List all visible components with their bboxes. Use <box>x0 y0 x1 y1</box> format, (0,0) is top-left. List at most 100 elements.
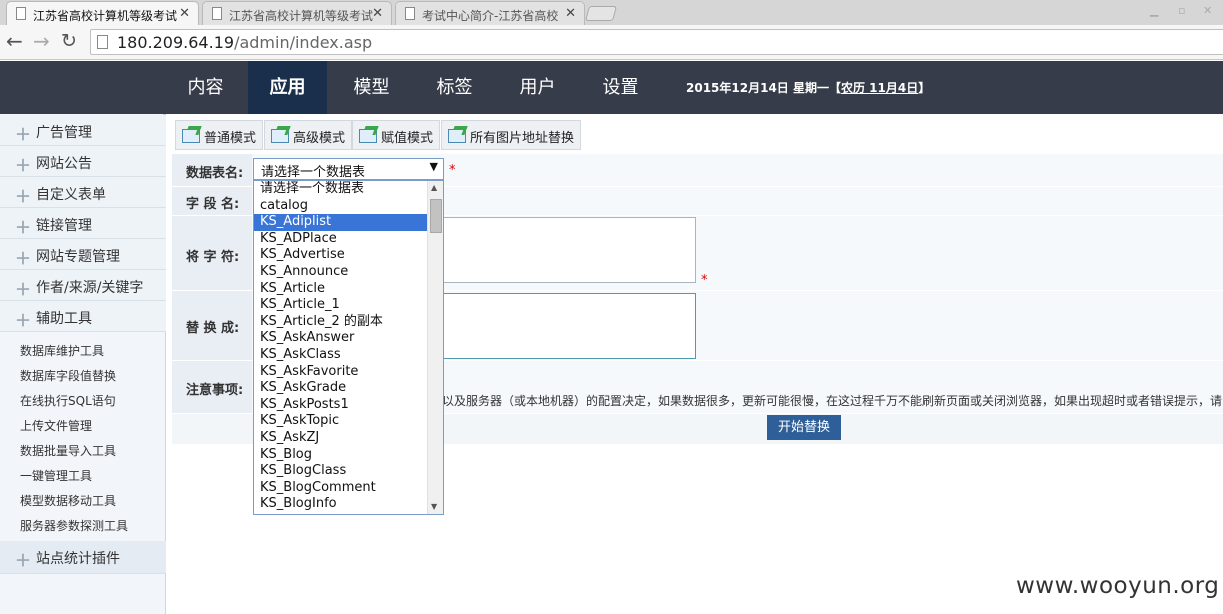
watermark: www.wooyun.org <box>1016 573 1220 599</box>
dropdown-option[interactable]: KS_Article_1 <box>254 297 427 314</box>
assign-mode-button[interactable]: 赋值模式 <box>352 120 441 150</box>
sidebar-link-server-probe[interactable]: 服务器参数探测工具 <box>20 517 128 534</box>
new-tab-button[interactable] <box>584 6 618 21</box>
window-close-icon[interactable]: ✕ <box>1203 4 1212 17</box>
dropdown-option[interactable]: KS_ADPlace <box>254 231 427 248</box>
sidebar-link-one-click[interactable]: 一键管理工具 <box>20 467 92 484</box>
page-icon <box>16 7 26 20</box>
replace-image-urls-button[interactable]: 所有图片地址替换 <box>441 120 582 150</box>
sidebar-item-tools[interactable]: ＋辅助工具 <box>0 301 166 332</box>
sidebar-item-stats[interactable]: ＋站点统计插件 <box>0 541 166 574</box>
scrollbar-thumb[interactable] <box>430 199 442 233</box>
sidebar-item-links[interactable]: ＋链接管理 <box>0 208 166 239</box>
sidebar-item-topics[interactable]: ＋网站专题管理 <box>0 239 166 270</box>
dropdown-option[interactable]: catalog <box>254 198 427 215</box>
nav-item-users[interactable]: 用户 <box>496 61 579 114</box>
plus-icon: ＋ <box>15 187 32 206</box>
dropdown-option[interactable]: KS_AskPosts1 <box>254 397 427 414</box>
close-icon[interactable]: ✕ <box>179 6 190 21</box>
browser-tab[interactable]: 江苏省高校计算机等级考试 ✕ <box>202 1 392 25</box>
required-mark: * <box>449 163 456 178</box>
tab-title: 江苏省高校计算机等级考试 <box>33 9 178 23</box>
url-text: 180.209.64.19/admin/index.asp <box>117 33 372 52</box>
plus-icon: ＋ <box>15 280 32 299</box>
sidebar-link-sql[interactable]: 在线执行SQL语句 <box>20 392 116 409</box>
scroll-up-icon[interactable]: ▲ <box>431 183 437 192</box>
lunar-date-link[interactable]: 农历 11月4日 <box>841 81 918 95</box>
dropdown-option[interactable]: KS_AskClass <box>254 347 427 364</box>
button-label: 所有图片地址替换 <box>470 131 575 146</box>
replace-text-input[interactable] <box>440 293 696 359</box>
nav-item-models[interactable]: 模型 <box>330 61 413 114</box>
sidebar-item-announcements[interactable]: ＋网站公告 <box>0 146 166 177</box>
button-label: 赋值模式 <box>381 131 434 146</box>
sidebar-item-label: 链接管理 <box>36 218 92 234</box>
sidebar-link-uploads[interactable]: 上传文件管理 <box>20 417 92 434</box>
field-label: 替 换 成: <box>172 291 252 360</box>
main-nav: 内容 应用 模型 标签 用户 设置 2015年12月14日 星期一【农历 11月… <box>0 61 1223 114</box>
dropdown-option[interactable]: KS_Advertise <box>254 247 427 264</box>
field-label: 注意事项: <box>172 361 252 413</box>
dropdown-option[interactable]: KS_Blog <box>254 447 427 464</box>
maximize-icon[interactable]: ▫ <box>1178 4 1185 17</box>
sidebar-item-label: 站点统计插件 <box>36 551 120 567</box>
sidebar-link-field-replace[interactable]: 数据库字段值替换 <box>20 367 116 384</box>
dropdown-option[interactable]: 请选择一个数据表 <box>254 181 427 198</box>
dropdown-option[interactable]: KS_BlogClass <box>254 463 427 480</box>
dropdown-option[interactable]: KS_Adiplist <box>254 214 427 231</box>
dropdown-option[interactable]: KS_AskFavorite <box>254 364 427 381</box>
dropdown-option[interactable]: KS_BlogInfo <box>254 496 427 513</box>
nav-item-content[interactable]: 内容 <box>164 61 247 114</box>
close-icon[interactable]: ✕ <box>565 6 576 21</box>
browser-tab[interactable]: 江苏省高校计算机等级考试 ✕ <box>6 1 199 26</box>
browser-tab[interactable]: 考试中心简介-江苏省高校 ✕ <box>395 1 585 25</box>
date-display: 2015年12月14日 星期一【农历 11月4日】 <box>686 79 930 96</box>
button-label: 高级模式 <box>293 131 346 146</box>
field-label: 数据表名: <box>172 154 252 186</box>
sidebar-link-import[interactable]: 数据批量导入工具 <box>20 442 116 459</box>
dropdown-option[interactable]: KS_AskGrade <box>254 380 427 397</box>
url-host: 180.209.64.19 <box>117 33 235 52</box>
dropdown-scrollbar[interactable]: ▲ ▼ <box>427 181 443 514</box>
dropdown-option[interactable]: KS_Article <box>254 281 427 298</box>
sidebar-item-custom-forms[interactable]: ＋自定义表单 <box>0 177 166 208</box>
page-icon <box>212 7 222 20</box>
normal-mode-button[interactable]: 普通模式 <box>175 120 264 150</box>
sidebar-item-ads[interactable]: ＋广告管理 <box>0 115 166 146</box>
dropdown-option[interactable]: KS_Announce <box>254 264 427 281</box>
mode-icon <box>359 129 377 143</box>
chevron-down-icon: ▼ <box>429 160 438 173</box>
field-label: 将 字 符: <box>172 216 252 290</box>
find-text-input[interactable] <box>440 217 696 283</box>
sidebar-item-label: 广告管理 <box>36 125 92 141</box>
dropdown-option[interactable]: KS_AskAnswer <box>254 330 427 347</box>
required-mark: * <box>701 273 708 288</box>
close-icon[interactable]: ✕ <box>372 6 383 21</box>
url-input[interactable]: 180.209.64.19/admin/index.asp <box>90 29 1223 55</box>
sidebar: ＋广告管理 ＋网站公告 ＋自定义表单 ＋链接管理 ＋网站专题管理 ＋作者/来源/… <box>0 114 166 614</box>
forward-icon[interactable]: → <box>33 30 50 52</box>
dropdown-option[interactable]: KS_BlogComment <box>254 480 427 497</box>
advanced-mode-button[interactable]: 高级模式 <box>264 120 353 150</box>
start-replace-button[interactable]: 开始替换 <box>767 415 841 440</box>
sidebar-link-db-maintenance[interactable]: 数据库维护工具 <box>20 342 104 359</box>
sidebar-item-authors[interactable]: ＋作者/来源/关键字 <box>0 270 166 301</box>
minimize-icon[interactable]: ▁ <box>1150 4 1158 17</box>
button-label: 普通模式 <box>204 131 257 146</box>
reload-icon[interactable]: ↻ <box>61 30 77 52</box>
dropdown-option[interactable]: KS_Article_2 的副本 <box>254 314 427 331</box>
dropdown-option[interactable]: KS_AskZJ <box>254 430 427 447</box>
dropdown-option[interactable]: KS_AskTopic <box>254 413 427 430</box>
tab-title: 考试中心简介-江苏省高校 <box>422 9 559 23</box>
nav-item-apps[interactable]: 应用 <box>248 61 327 114</box>
page-icon <box>97 35 108 49</box>
nav-item-tags[interactable]: 标签 <box>413 61 496 114</box>
plus-icon: ＋ <box>15 311 32 330</box>
table-select[interactable]: 请选择一个数据表 ▼ <box>253 158 444 180</box>
sidebar-link-model-move[interactable]: 模型数据移动工具 <box>20 492 116 509</box>
mode-icon <box>182 129 200 143</box>
nav-item-settings[interactable]: 设置 <box>579 61 662 114</box>
scroll-down-icon[interactable]: ▼ <box>431 502 437 511</box>
mode-icon <box>448 129 466 143</box>
back-icon[interactable]: ← <box>6 30 23 52</box>
